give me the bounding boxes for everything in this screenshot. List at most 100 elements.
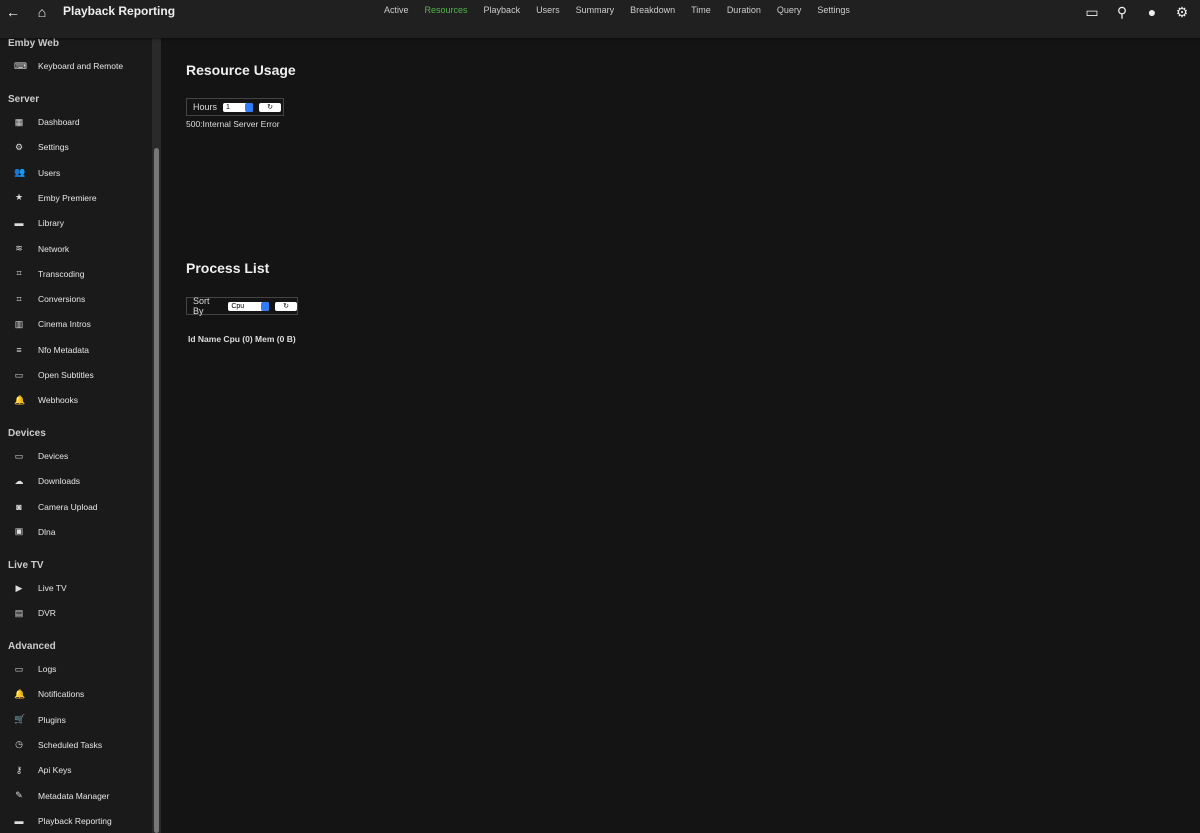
sidebar-item-downloads[interactable]: ☁ Downloads [0,471,152,491]
tab-duration[interactable]: Duration [727,5,761,15]
tab-resources[interactable]: Resources [425,5,468,15]
sidebar-item-scheduled-tasks[interactable]: ◷ Scheduled Tasks [0,735,152,755]
hours-label: Hours [193,102,218,112]
sidebar-item-devices[interactable]: ▭ Devices [0,446,152,466]
sidebar-item-dvr[interactable]: ▤ DVR [0,603,152,623]
sidebar-item-label: Settings [38,142,69,153]
error-message: 500:Internal Server Error [186,119,280,129]
search-icon[interactable]: ⚲ [1114,4,1130,20]
tab-nav: Active Resources Playback Users Summary Break… [384,5,850,15]
sidebar-item-label: Camera Upload [38,501,98,512]
sidebar-item-label: Open Subtitles [38,370,94,380]
process-table-header[interactable]: Id Name Cpu (0) Mem (0 B) [188,334,296,344]
sidebar-item-library[interactable]: ▬ Library [0,213,152,233]
cinema-intros-icon: ▥ [14,318,24,329]
network-icon: ≋ [15,243,23,253]
refresh-button[interactable]: ↻ [275,301,297,311]
playback-reporting-icon: ▬ [14,815,24,826]
api-keys-icon: ⚷ [15,764,23,775]
tab-settings[interactable]: Settings [817,5,850,15]
sidebar-item-api-keys[interactable]: ⚷ Api Keys [0,760,152,780]
sidebar-section-title: Devices [8,428,46,439]
page-title: Playback Reporting [63,4,176,18]
cast-icon[interactable]: ▭ [1084,4,1100,20]
sidebar-section-title: Server [8,94,40,105]
live-tv-icon: ▶ [15,582,23,593]
camera-upload-icon: ◙ [16,501,22,512]
user-icon[interactable]: ● [1144,4,1160,20]
sidebar-item-label: Downloads [38,476,81,487]
devices-icon: ▭ [14,450,24,461]
tab-active[interactable]: Active [384,5,409,15]
metadata-manager-icon: ✎ [15,790,23,800]
sidebar-item-emby-premiere[interactable]: ★ Emby Premiere [0,188,152,208]
sidebar-item-label: Metadata Manager [38,790,110,801]
sidebar-item-label: Conversions [38,294,86,305]
sidebar-item-label: Users [38,167,61,178]
tab-breakdown[interactable]: Breakdown [630,5,675,15]
conversions-icon: ⌗ [16,293,22,304]
settings-icon: ⚙ [14,141,24,152]
resource-usage-heading: Resource Usage [186,62,296,78]
users-icon: 👥 [14,167,26,178]
sidebar-item-logs[interactable]: ▭ Logs [0,659,152,679]
sidebar-item-label: Api Keys [38,765,72,776]
sidebar-item-transcoding[interactable]: ⌗ Transcoding [0,264,152,284]
sidebar-scrollbar[interactable] [152,38,161,833]
dashboard-icon: ▦ [14,116,24,127]
hours-select[interactable]: 1 [223,102,254,112]
tab-time[interactable]: Time [691,5,711,15]
sidebar-item-label: Live TV [38,583,67,593]
sidebar-item-label: Logs [38,664,57,674]
tab-summary[interactable]: Summary [576,5,615,15]
sidebar-item-label: Webhooks [38,395,79,406]
notifications-icon: 🔔 [14,688,26,699]
sidebar-item-nfo-metadata[interactable]: ≡ Nfo Metadata [0,340,152,360]
scrollbar-thumb[interactable] [154,148,159,833]
downloads-icon: ☁ [14,475,24,486]
tab-playback[interactable]: Playback [484,5,521,15]
sidebar-item-keyboard-and-remote[interactable]: ⌨ Keyboard and Remote [0,56,152,76]
sidebar-item-plugins[interactable]: 🛒 Plugins [0,710,152,730]
sidebar-item-label: DVR [38,608,56,619]
hours-control: Hours 1 ↻ [186,98,284,116]
tab-query[interactable]: Query [777,5,802,15]
keyboard-and-remote-icon: ⌨ [14,60,27,71]
sidebar-item-label: Plugins [38,714,66,725]
sidebar-item-open-subtitles[interactable]: ▭ Open Subtitles [0,365,152,385]
sidebar-item-network[interactable]: ≋ Network [0,239,152,259]
sidebar-item-label: Keyboard and Remote [38,61,124,71]
sidebar-item-label: Cinema Intros [38,319,91,330]
sidebar-item-conversions[interactable]: ⌗ Conversions [0,289,152,309]
top-bar: ← ⌂ Playback Reporting Active Resources Pl… [0,0,1200,38]
sidebar-item-dlna[interactable]: ▣ Dlna [0,522,152,542]
library-icon: ▬ [14,218,24,229]
sidebar-item-live-tv[interactable]: ▶ Live TV [0,578,152,598]
sidebar-item-metadata-manager[interactable]: ✎ Metadata Manager [0,786,152,806]
sidebar-section-title: Advanced [8,641,56,652]
sidebar-item-cinema-intros[interactable]: ▥ Cinema Intros [0,314,152,334]
sidebar-item-label: Emby Premiere [38,192,97,203]
sort-select[interactable]: Cpu [228,301,270,311]
sidebar-item-label: Scheduled Tasks [38,739,103,750]
sidebar-item-camera-upload[interactable]: ◙ Camera Upload [0,497,152,517]
gear-icon[interactable]: ⚙ [1174,4,1190,20]
process-list-heading: Process List [186,260,270,276]
sidebar-item-notifications[interactable]: 🔔 Notifications [0,684,152,704]
sidebar-section-title: Emby Web [8,38,59,49]
sort-control: Sort By Cpu ↻ [186,296,298,316]
webhooks-icon: 🔔 [14,394,26,405]
transcoding-icon: ⌗ [16,268,22,279]
sidebar-item-webhooks[interactable]: 🔔 Webhooks [0,390,152,410]
sidebar-item-label: Transcoding [38,268,85,279]
sidebar-item-settings[interactable]: ⚙ Settings [0,137,152,157]
sidebar-item-playback-reporting[interactable]: ▬ Playback Reporting [0,811,152,831]
sidebar-item-label: Nfo Metadata [38,344,90,355]
sidebar-item-dashboard[interactable]: ▦ Dashboard [0,112,152,132]
refresh-button[interactable]: ↻ [259,102,282,112]
back-arrow-icon[interactable]: ← [5,4,21,20]
sidebar-item-users[interactable]: 👥 Users [0,163,152,183]
tab-users[interactable]: Users [536,5,560,15]
home-icon[interactable]: ⌂ [34,4,50,20]
scheduled-tasks-icon: ◷ [15,739,23,750]
